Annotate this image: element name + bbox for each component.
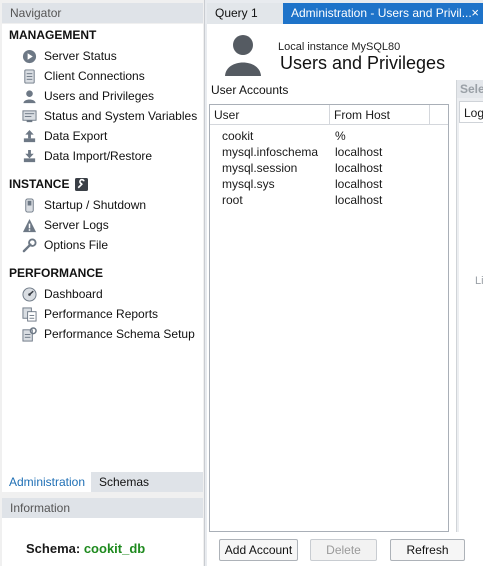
cell-user: mysql.sys [222, 177, 275, 191]
wrench-icon [22, 237, 37, 253]
table-row[interactable]: mysql.infoschema localhost [210, 144, 448, 160]
cell-host: localhost [335, 193, 383, 207]
information-panel: Schema: cookit_db [2, 518, 203, 566]
cell-user: mysql.session [222, 161, 298, 175]
table-row[interactable]: mysql.sys localhost [210, 176, 448, 192]
nav-item-label: Performance Schema Setup [44, 327, 195, 341]
section-performance-label: PERFORMANCE [9, 266, 104, 280]
refresh-button[interactable]: Refresh [390, 539, 465, 561]
table-header: User From Host [210, 105, 448, 125]
section-instance-label: INSTANCE [9, 177, 70, 191]
nav-item-label: Data Export [44, 129, 108, 143]
column-header-user[interactable]: User [210, 105, 330, 125]
navigator-bottom-tabs: Administration Schemas [2, 472, 203, 492]
wrench-badge-icon [75, 177, 89, 191]
cell-host: % [335, 129, 346, 143]
nav-item-label: Startup / Shutdown [44, 198, 147, 212]
section-performance-title: PERFORMANCE [9, 266, 103, 280]
nav-item-performance-reports[interactable]: Performance Reports [22, 305, 158, 323]
cell-host: localhost [335, 145, 383, 159]
nav-item-data-export[interactable]: Data Export [22, 127, 107, 145]
client-connections-icon [22, 68, 37, 84]
schema-info: Schema: cookit_db [26, 541, 145, 556]
page-title: Users and Privileges [280, 53, 446, 73]
close-icon[interactable]: × [471, 5, 479, 20]
nav-item-status-and-system-variables[interactable]: Status and System Variables [22, 107, 197, 125]
table-row[interactable]: mysql.session localhost [210, 160, 448, 176]
user-avatar-icon [223, 32, 263, 76]
account-details-header: Selec [457, 80, 483, 98]
schema-setup-icon [22, 326, 37, 342]
cell-user: cookit [222, 129, 254, 143]
schema-value: cookit_db [83, 541, 146, 556]
navigator-header: Navigator [2, 3, 203, 23]
navigator-panel: Navigator MANAGEMENT Server Status Clien… [0, 0, 205, 566]
data-export-icon [22, 129, 37, 144]
variables-icon [22, 109, 37, 124]
nav-item-label: Server Status [44, 49, 117, 63]
column-header-from-host[interactable]: From Host [330, 105, 430, 125]
server-status-icon [22, 49, 37, 64]
tab-login[interactable]: Login [459, 101, 483, 123]
nav-item-users-and-privileges[interactable]: Users and Privileges [22, 87, 154, 105]
details-hint: Li [475, 275, 483, 287]
nav-item-server-status[interactable]: Server Status [22, 47, 117, 65]
nav-item-label: Performance Reports [44, 307, 159, 321]
warning-icon [22, 218, 37, 233]
nav-item-client-connections[interactable]: Client Connections [22, 67, 145, 85]
nav-item-label: Status and System Variables [44, 109, 198, 123]
section-management-title: MANAGEMENT [9, 28, 96, 42]
user-accounts-table: User From Host cookit % mysql.infoschema… [209, 104, 449, 532]
nav-item-label: Dashboard [44, 287, 103, 301]
nav-item-label: Client Connections [44, 69, 145, 83]
account-details-body: Li [459, 123, 483, 532]
cell-user: root [222, 193, 243, 207]
table-row[interactable]: root localhost [210, 192, 448, 208]
dashboard-icon [22, 286, 37, 302]
cell-host: localhost [335, 161, 383, 175]
nav-item-startup-shutdown[interactable]: Startup / Shutdown [22, 196, 146, 214]
reports-icon [22, 306, 37, 322]
nav-item-label: Options File [44, 238, 109, 252]
data-import-icon [22, 149, 37, 164]
delete-button[interactable]: Delete [310, 539, 377, 561]
nav-item-label: Users and Privileges [44, 89, 155, 103]
nav-item-performance-schema-setup[interactable]: Performance Schema Setup [22, 325, 195, 343]
nav-item-options-file[interactable]: Options File [22, 236, 108, 254]
startup-shutdown-icon [22, 197, 37, 213]
schema-label: Schema: [26, 541, 81, 556]
tab-schemas[interactable]: Schemas [92, 472, 156, 492]
nav-item-label: Server Logs [44, 218, 109, 232]
table-row[interactable]: cookit % [210, 128, 448, 144]
users-icon [22, 89, 37, 104]
account-details-panel: Selec Login Li [456, 80, 483, 532]
information-header: Information [2, 498, 203, 518]
nav-item-server-logs[interactable]: Server Logs [22, 216, 109, 234]
section-management-label: MANAGEMENT [9, 28, 97, 42]
cell-host: localhost [335, 177, 383, 191]
cell-user: mysql.infoschema [222, 145, 319, 159]
editor-tab-bar: Query 1 Administration - Users and Privi… [207, 3, 483, 24]
nav-item-label: Data Import/Restore [44, 149, 153, 163]
users-privileges-page: Local instance MySQL80 Users and Privile… [207, 24, 483, 566]
tab-administration[interactable]: Administration [2, 472, 91, 492]
add-account-button[interactable]: Add Account [219, 539, 298, 561]
nav-item-dashboard[interactable]: Dashboard [22, 285, 103, 303]
user-accounts-label: User Accounts [211, 83, 289, 97]
nav-item-data-import-restore[interactable]: Data Import/Restore [22, 147, 152, 165]
section-instance-title: INSTANCE [9, 177, 89, 191]
tab-administration-users[interactable]: Administration - Users and Privil... × [283, 3, 483, 24]
tab-query-1[interactable]: Query 1 [207, 3, 283, 24]
tab-label: Administration - Users and Privil... [291, 6, 472, 20]
navigator-list: MANAGEMENT Server Status Client Connecti… [2, 24, 203, 472]
instance-name: Local instance MySQL80 [278, 41, 401, 53]
